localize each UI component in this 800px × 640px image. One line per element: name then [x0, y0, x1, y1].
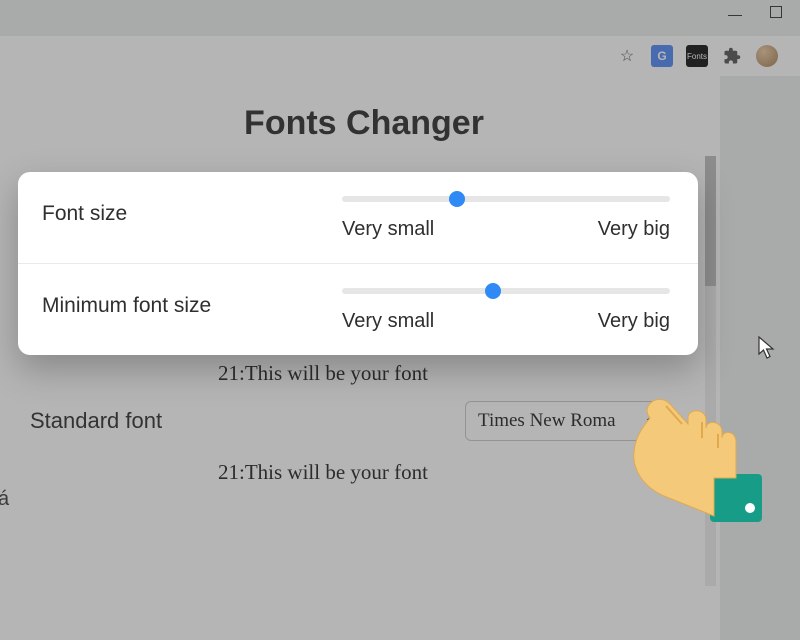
minimum-font-size-slider-thumb[interactable] [485, 283, 501, 299]
mouse-cursor-icon [758, 336, 776, 365]
font-size-modal: Font size Very small Very big Minimum fo… [18, 172, 698, 355]
minimum-font-size-min-label: Very small [342, 310, 434, 333]
minimum-font-size-slider[interactable] [342, 288, 670, 294]
font-size-slider[interactable] [342, 196, 670, 202]
font-size-slider-thumb[interactable] [449, 191, 465, 207]
app-root: ☆ G Fonts Fonts Changer 21:This will be … [0, 0, 800, 640]
font-size-row: Font size Very small Very big [18, 172, 698, 263]
minimum-font-size-row: Minimum font size Very small Very big [18, 263, 698, 355]
annotation-pointing-hand-icon [610, 378, 770, 543]
minimum-font-size-label: Minimum font size [42, 288, 342, 318]
minimum-font-size-max-label: Very big [598, 310, 670, 333]
font-size-label: Font size [42, 196, 342, 226]
font-size-max-label: Very big [598, 218, 670, 241]
font-size-min-label: Very small [342, 218, 434, 241]
